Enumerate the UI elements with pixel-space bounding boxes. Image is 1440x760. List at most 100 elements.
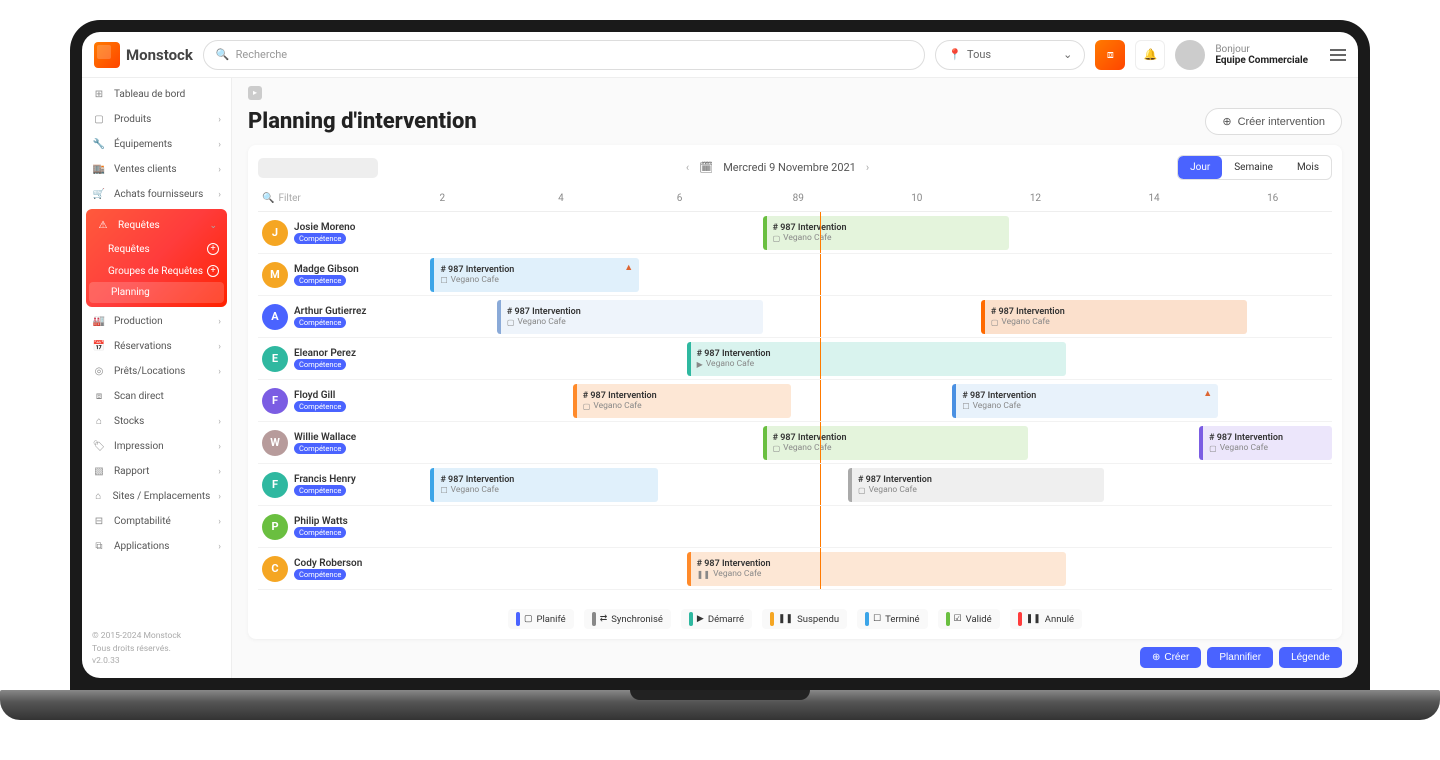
next-date-button[interactable]: › [866, 161, 869, 174]
sidebar-label: Prêts/Locations [114, 366, 185, 377]
person-cell[interactable]: P Philip Watts Compétence [258, 506, 383, 547]
sidebar-subitem[interactable]: Requêtes + [86, 238, 227, 260]
sidebar-item[interactable]: ⌂ Stocks › [82, 409, 231, 434]
person-tag: Compétence [294, 233, 346, 244]
sidebar-item[interactable]: ⧉ Applications › [82, 534, 231, 559]
filter-input[interactable]: 🔍 Filter [258, 193, 383, 204]
intervention-event[interactable]: # 987 Intervention ▢Vegano Cafe [763, 216, 1010, 250]
search-icon: 🔍 [216, 48, 230, 61]
sidebar-item[interactable]: 🔧 Équipements › [82, 132, 231, 157]
filter-placeholder: Filter [278, 193, 300, 204]
view-semaine[interactable]: Semaine [1222, 156, 1285, 179]
footer-copy: © 2015-2024 Monstock [92, 630, 221, 643]
menu-icon: 🏭 [92, 316, 106, 327]
intervention-event[interactable]: # 987 Intervention ☐Vegano Cafe ▲ [430, 258, 639, 292]
legende-button[interactable]: Légende [1279, 647, 1342, 668]
add-icon[interactable]: + [207, 265, 219, 277]
alert-icon: ▲ [1203, 388, 1212, 399]
footer-rights: Tous droits réservés. [92, 643, 221, 656]
intervention-event[interactable]: # 987 Intervention ▢Vegano Cafe [1199, 426, 1332, 460]
sidebar-item[interactable]: ◎ Prêts/Locations › [82, 359, 231, 384]
menu-button[interactable] [1330, 49, 1346, 61]
intervention-event[interactable]: # 987 Intervention ▢Vegano Cafe [573, 384, 791, 418]
view-jour[interactable]: Jour [1178, 156, 1222, 179]
sidebar-item[interactable]: ⧈ Scan direct [82, 384, 231, 409]
sidebar-item[interactable]: ⊞ Tableau de bord [82, 82, 231, 107]
sidebar-item[interactable]: ⌂ Sites / Emplacements › [82, 484, 231, 509]
person-tag: Compétence [294, 569, 346, 580]
hour-label: 10 [858, 193, 977, 204]
event-location: ▢Vegano Cafe [991, 317, 1241, 327]
sidebar-item[interactable]: 🏷 Impression › [82, 434, 231, 459]
prev-date-button[interactable]: ‹ [686, 161, 689, 174]
avatar[interactable] [1175, 40, 1205, 70]
event-title: # 987 Intervention [697, 349, 1061, 359]
person-cell[interactable]: F Floyd Gill Compétence [258, 380, 383, 421]
logo[interactable]: Monstock [94, 42, 193, 68]
sidebar-item[interactable]: 🏭 Production › [82, 309, 231, 334]
sidebar-label: Réservations [114, 341, 172, 352]
timeline-lane: # 987 Intervention ❚❚Vegano Cafe [383, 548, 1332, 589]
sidebar-item[interactable]: 📅 Réservations › [82, 334, 231, 359]
intervention-event[interactable]: # 987 Intervention ❚❚Vegano Cafe [687, 552, 1067, 586]
status-icon: ▶ [697, 360, 703, 369]
current-hour-marker: 9 [798, 193, 804, 204]
event-location: ▢Vegano Cafe [773, 233, 1004, 243]
person-name: Philip Watts [294, 516, 348, 527]
location-filter[interactable]: 📍 Tous ⌄ [935, 40, 1085, 70]
event-location: ▢Vegano Cafe [773, 443, 1023, 453]
search-input[interactable]: 🔍 Recherche [203, 40, 925, 70]
sidebar-item[interactable]: ▢ Produits › [82, 107, 231, 132]
timeline-lane: # 987 Intervention ▢Vegano Cafe [383, 212, 1332, 253]
person-cell[interactable]: C Cody Roberson Compétence [258, 548, 383, 589]
chevron-right-icon: › [218, 417, 221, 427]
person-avatar: W [262, 430, 288, 456]
sidebar-item-requetes[interactable]: ⚠ Requêtes ⌄ [86, 213, 227, 238]
legend-label: Démarré [708, 614, 744, 625]
sidebar-item[interactable]: 🛒 Achats fournisseurs › [82, 182, 231, 207]
logo-icon [94, 42, 120, 68]
person-cell[interactable]: W Willie Wallace Compétence [258, 422, 383, 463]
person-tag: Compétence [294, 485, 346, 496]
sidebar-item[interactable]: 🏬 Ventes clients › [82, 157, 231, 182]
legend-icon: ▶ [697, 614, 704, 624]
scan-icon: ⧈ [1107, 48, 1114, 62]
event-title: # 987 Intervention [1209, 433, 1326, 443]
hour-label: 4 [502, 193, 621, 204]
collapse-sidebar-button[interactable]: ▸ [248, 86, 262, 100]
person-cell[interactable]: E Eleanor Perez Compétence [258, 338, 383, 379]
intervention-event[interactable]: # 987 Intervention ▢Vegano Cafe [848, 468, 1104, 502]
event-location: ☐Vegano Cafe [440, 275, 633, 285]
chevron-right-icon: › [218, 492, 221, 502]
creer-button[interactable]: ⊕Créer [1140, 647, 1201, 668]
sidebar-label: Stocks [114, 416, 144, 427]
hour-label: 14 [1095, 193, 1214, 204]
person-cell[interactable]: J Josie Moreno Compétence [258, 212, 383, 253]
sidebar-item[interactable]: ⊟ Comptabilité › [82, 509, 231, 534]
now-line [820, 296, 821, 337]
intervention-event[interactable]: # 987 Intervention ▢Vegano Cafe [497, 300, 763, 334]
now-line [820, 464, 821, 505]
create-intervention-button[interactable]: ⊕ Créer intervention [1205, 108, 1342, 135]
legend-icon: ☑ [954, 614, 962, 624]
sidebar-label: Requêtes [118, 220, 160, 231]
person-avatar: E [262, 346, 288, 372]
scan-button[interactable]: ⧈ [1095, 40, 1125, 70]
person-cell[interactable]: A Arthur Gutierrez Compétence [258, 296, 383, 337]
add-icon[interactable]: + [207, 243, 219, 255]
intervention-event[interactable]: # 987 Intervention ☐Vegano Cafe ▲ [952, 384, 1218, 418]
sidebar-item[interactable]: ▧ Rapport › [82, 459, 231, 484]
person-cell[interactable]: M Madge Gibson Compétence [258, 254, 383, 295]
event-location: ☐Vegano Cafe [440, 485, 652, 495]
intervention-event[interactable]: # 987 Intervention ▢Vegano Cafe [763, 426, 1029, 460]
status-icon: ▢ [507, 318, 515, 327]
sidebar-subitem[interactable]: Groupes de Requêtes + [86, 260, 227, 282]
view-mois[interactable]: Mois [1285, 156, 1331, 179]
notifications-button[interactable]: 🔔 [1135, 40, 1165, 70]
intervention-event[interactable]: # 987 Intervention ▶Vegano Cafe [687, 342, 1067, 376]
intervention-event[interactable]: # 987 Intervention ▢Vegano Cafe [981, 300, 1247, 334]
intervention-event[interactable]: # 987 Intervention ☐Vegano Cafe [430, 468, 658, 502]
person-cell[interactable]: F Francis Henry Compétence [258, 464, 383, 505]
plannifier-button[interactable]: Plannifier [1207, 647, 1273, 668]
sidebar-subitem[interactable]: Planning [89, 282, 224, 303]
